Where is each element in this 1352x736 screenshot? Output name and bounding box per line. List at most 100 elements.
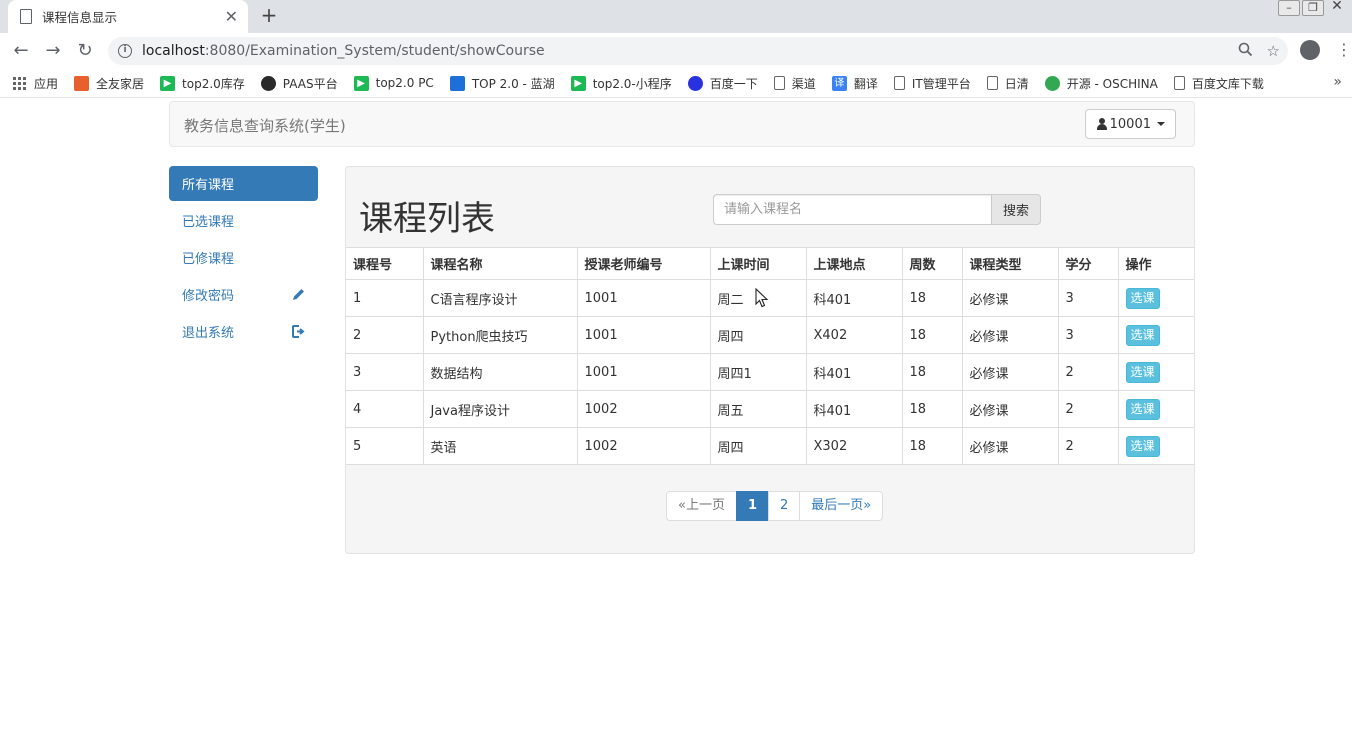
sidebar-item-completed-courses[interactable]: 已修课程 bbox=[169, 240, 318, 275]
browser-tab[interactable]: 课程信息显示 ✕ bbox=[8, 0, 248, 33]
select-course-button[interactable]: 选课 bbox=[1125, 398, 1160, 420]
column-header: 上课时间 bbox=[709, 247, 807, 280]
bookmark-label: 渠道 bbox=[791, 76, 816, 91]
quanyou-logo-icon bbox=[74, 75, 90, 91]
table-cell: 3 bbox=[1057, 279, 1119, 317]
sidebar-item-label: 已选课程 bbox=[182, 215, 235, 230]
sidebar-item-all-courses[interactable]: 所有课程 bbox=[169, 166, 318, 201]
close-window-icon[interactable]: ✕ bbox=[1326, 0, 1348, 16]
search-form: 搜索 bbox=[713, 194, 1041, 225]
course-list-panel: 课程列表 搜索 课程号课程名称授课老师编号上课时间上课地点周数课程类型学分操作 … bbox=[345, 166, 1195, 554]
reload-icon[interactable]: ↻ bbox=[72, 39, 98, 63]
user-dropdown-button[interactable]: 10001 bbox=[1084, 109, 1176, 139]
bookmark-item[interactable]: 应用 bbox=[12, 75, 58, 92]
user-icon bbox=[1096, 117, 1108, 131]
more-bookmarks-icon[interactable]: » bbox=[1333, 74, 1342, 90]
close-tab-icon[interactable]: ✕ bbox=[225, 7, 238, 26]
table-cell: 周四 bbox=[709, 316, 807, 354]
restore-icon[interactable]: ❐ bbox=[1302, 0, 1324, 16]
forward-icon[interactable]: → bbox=[40, 39, 66, 63]
bookmark-item[interactable]: ▶ top2.0-小程序 bbox=[570, 75, 672, 92]
bookmark-star-icon[interactable]: ☆ bbox=[1267, 42, 1280, 61]
column-header: 课程名称 bbox=[422, 247, 578, 280]
table-cell: 1001 bbox=[576, 279, 711, 317]
bookmark-item[interactable]: 译翻译 bbox=[831, 75, 878, 92]
table-cell: 必修课 bbox=[961, 279, 1059, 317]
column-header: 学分 bbox=[1057, 247, 1119, 280]
app-brand[interactable]: 教务信息查询系统(学生) bbox=[184, 115, 346, 136]
search-button[interactable]: 搜索 bbox=[992, 194, 1041, 225]
bookmark-item[interactable]: ▶ top2.0库存 bbox=[160, 75, 245, 92]
table-cell: Java程序设计 bbox=[422, 390, 578, 428]
translate-icon: 译 bbox=[831, 75, 847, 91]
new-tab-icon[interactable]: + bbox=[258, 4, 280, 26]
bookmark-item[interactable]: 渠道 bbox=[773, 75, 816, 92]
sidebar-item-label: 退出系统 bbox=[182, 326, 235, 341]
table-cell: 2 bbox=[1057, 353, 1119, 391]
sidebar: 所有课程 已选课程 已修课程 修改密码 退出系统 bbox=[169, 166, 318, 351]
page-link-2[interactable]: 2 bbox=[768, 491, 801, 521]
page-icon bbox=[20, 9, 32, 24]
bookmark-item[interactable]: IT管理平台 bbox=[893, 75, 971, 92]
prev-page-link[interactable]: «上一页 bbox=[666, 491, 737, 521]
bookmark-label: PAAS平台 bbox=[282, 76, 338, 91]
select-course-button[interactable]: 选课 bbox=[1125, 324, 1160, 346]
sidebar-item-change-password[interactable]: 修改密码 bbox=[169, 277, 318, 312]
browser-menu-icon[interactable]: ⋮ bbox=[1336, 39, 1352, 61]
minimize-icon[interactable]: – bbox=[1278, 0, 1300, 16]
profile-avatar-icon[interactable] bbox=[1300, 40, 1320, 60]
table-cell: 必修课 bbox=[961, 427, 1059, 465]
table-cell: 2 bbox=[1057, 390, 1119, 428]
window-controls: – ❐ ✕ bbox=[1278, 0, 1348, 16]
bookmark-label: 翻译 bbox=[853, 76, 878, 91]
table-cell: 数据结构 bbox=[422, 353, 578, 391]
lanhu-logo-icon bbox=[449, 75, 465, 91]
table-cell: 3 bbox=[1057, 316, 1119, 354]
select-course-button[interactable]: 选课 bbox=[1125, 435, 1160, 457]
bookmark-label: 应用 bbox=[34, 76, 59, 91]
column-header: 上课地点 bbox=[805, 247, 903, 280]
table-row: 3 数据结构 1001 周四1 科401 18 必修课 2 选课 bbox=[346, 353, 1194, 391]
bookmark-item[interactable]: 百度文库下载 bbox=[1173, 75, 1264, 92]
table-cell: 必修课 bbox=[961, 390, 1059, 428]
document-icon bbox=[986, 76, 998, 90]
back-icon[interactable]: ← bbox=[8, 39, 34, 63]
sidebar-item-label: 所有课程 bbox=[182, 178, 235, 193]
page-link-1[interactable]: 1 bbox=[735, 491, 770, 521]
bookmark-item[interactable]: 日清 bbox=[986, 75, 1029, 92]
table-cell: 18 bbox=[901, 427, 963, 465]
select-course-button[interactable]: 选课 bbox=[1125, 361, 1160, 383]
action-cell: 选课 bbox=[1117, 353, 1194, 391]
page-title: 课程列表 bbox=[359, 199, 495, 239]
table-row: 2 Python爬虫技巧 1001 周四 X402 18 必修课 3 选课 bbox=[346, 316, 1194, 354]
oschina-logo-icon bbox=[1044, 75, 1060, 91]
table-cell: 周五 bbox=[709, 390, 807, 428]
sidebar-item-selected-courses[interactable]: 已选课程 bbox=[169, 203, 318, 238]
bookmark-label: 百度文库下载 bbox=[1191, 76, 1264, 91]
bookmark-item[interactable]: ▶ top2.0 PC bbox=[353, 75, 434, 91]
column-header: 课程类型 bbox=[961, 247, 1059, 280]
bookmark-item[interactable]: PAAS平台 bbox=[260, 75, 338, 92]
bookmark-item[interactable]: 全友家居 bbox=[74, 75, 144, 92]
bookmark-item[interactable]: 百度一下 bbox=[687, 75, 758, 92]
select-course-button[interactable]: 选课 bbox=[1125, 287, 1160, 309]
course-search-input[interactable] bbox=[713, 194, 992, 225]
bookmark-item[interactable]: 开源 - OSCHINA bbox=[1044, 75, 1158, 92]
bookmark-label: top2.0-小程序 bbox=[592, 76, 672, 91]
column-header: 周数 bbox=[901, 247, 963, 280]
action-cell: 选课 bbox=[1117, 390, 1194, 428]
table-cell: 18 bbox=[901, 316, 963, 354]
bookmark-label: 全友家居 bbox=[96, 76, 145, 91]
bookmark-item[interactable]: TOP 2.0 - 蓝湖 bbox=[449, 75, 555, 92]
last-page-link[interactable]: 最后一页» bbox=[799, 491, 884, 521]
sidebar-item-logout[interactable]: 退出系统 bbox=[169, 314, 318, 349]
sidebar-item-label: 已修课程 bbox=[182, 252, 235, 267]
zoom-icon[interactable] bbox=[1238, 42, 1253, 61]
green-play-icon: ▶ bbox=[353, 75, 369, 91]
url-host: localhost bbox=[142, 43, 205, 59]
table-cell: 4 bbox=[346, 390, 424, 428]
site-info-icon[interactable]: i bbox=[118, 44, 132, 58]
address-bar[interactable]: i localhost:8080/Examination_System/stud… bbox=[108, 37, 1288, 65]
browser-tabstrip: 课程信息显示 ✕ + – ❐ ✕ bbox=[0, 0, 1352, 33]
table-cell: 18 bbox=[901, 390, 963, 428]
